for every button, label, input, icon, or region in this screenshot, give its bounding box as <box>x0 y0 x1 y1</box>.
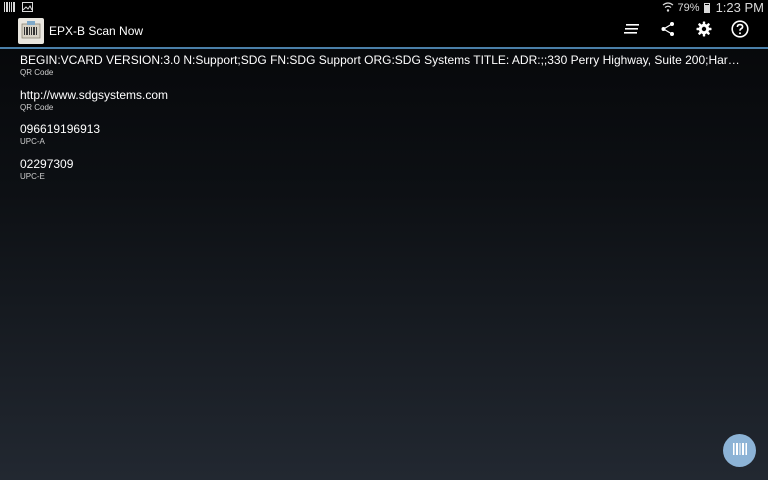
status-left <box>4 1 33 15</box>
status-bar: 79% 1:23 PM <box>0 0 768 15</box>
barcode-icon <box>4 1 16 15</box>
action-buttons <box>614 15 758 47</box>
action-bar: EPX-B Scan Now <box>0 15 768 47</box>
battery-icon <box>703 2 710 13</box>
settings-button[interactable] <box>686 15 722 47</box>
scan-list: BEGIN:VCARD VERSION:3.0 N:Support;SDG FN… <box>20 52 745 190</box>
image-icon <box>22 1 33 15</box>
scan-value: http://www.sdgsystems.com <box>20 87 169 102</box>
list-item[interactable]: 096619196913 UPC-A <box>20 121 745 156</box>
app-logo-icon[interactable] <box>18 18 44 44</box>
scan-value: BEGIN:VCARD VERSION:3.0 N:Support;SDG FN… <box>20 53 745 67</box>
list-item[interactable]: BEGIN:VCARD VERSION:3.0 N:Support;SDG FN… <box>20 52 745 87</box>
clock: 1:23 PM <box>715 0 764 15</box>
scan-type: UPC-E <box>20 171 45 181</box>
wifi-icon <box>662 1 674 15</box>
settings-icon <box>696 21 712 42</box>
app-title: EPX-B Scan Now <box>49 24 144 38</box>
action-bar-divider <box>0 47 768 49</box>
scan-type: QR Code <box>20 68 54 77</box>
help-icon <box>731 19 749 43</box>
status-right: 79% 1:23 PM <box>662 0 764 15</box>
list-button[interactable] <box>614 15 650 47</box>
list-item[interactable]: http://www.sdgsystems.com QR Code <box>20 87 745 122</box>
scan-button[interactable] <box>723 434 756 467</box>
share-button[interactable] <box>650 15 686 47</box>
barcode-icon <box>732 442 747 460</box>
battery-percent: 79% <box>677 1 700 14</box>
list-icon <box>624 22 640 40</box>
list-item[interactable]: 02297309 UPC-E <box>20 156 745 191</box>
scan-value: 02297309 <box>20 156 74 171</box>
share-icon <box>660 21 676 42</box>
scan-type: UPC-A <box>20 137 45 146</box>
scan-type: QR Code <box>20 102 54 112</box>
help-button[interactable] <box>722 15 758 47</box>
scan-value: 096619196913 <box>20 122 101 136</box>
